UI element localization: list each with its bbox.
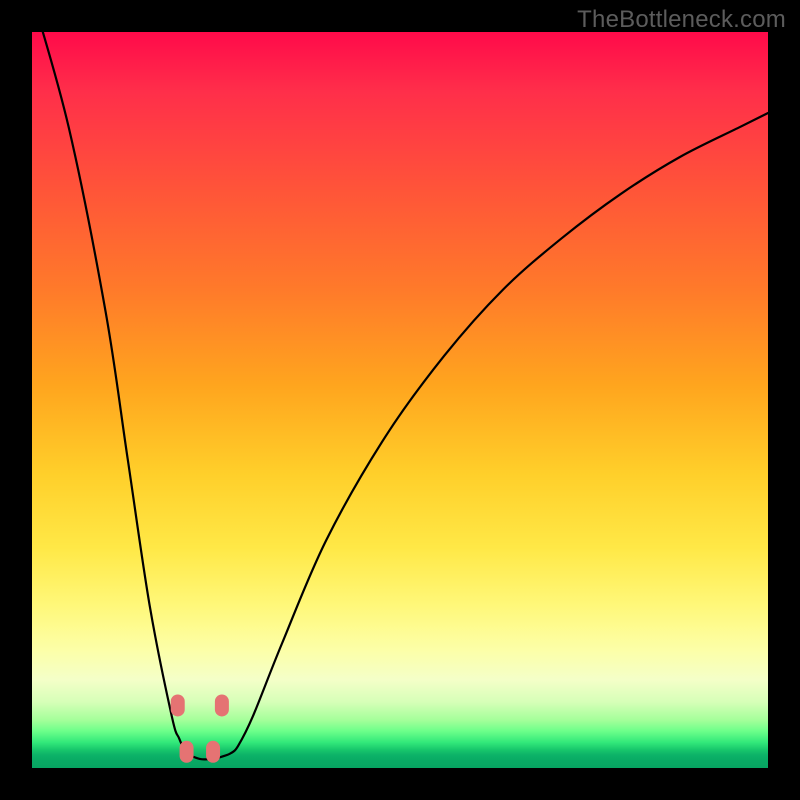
curve-marker [171, 694, 185, 716]
chart-frame: TheBottleneck.com [0, 0, 800, 800]
branding-watermark: TheBottleneck.com [577, 6, 786, 34]
curve-path [32, 32, 768, 759]
curve-marker [206, 741, 220, 763]
marker-group [171, 694, 229, 762]
curve-marker [180, 741, 194, 763]
bottleneck-curve [32, 32, 768, 768]
plot-area [32, 32, 768, 768]
curve-marker [215, 694, 229, 716]
